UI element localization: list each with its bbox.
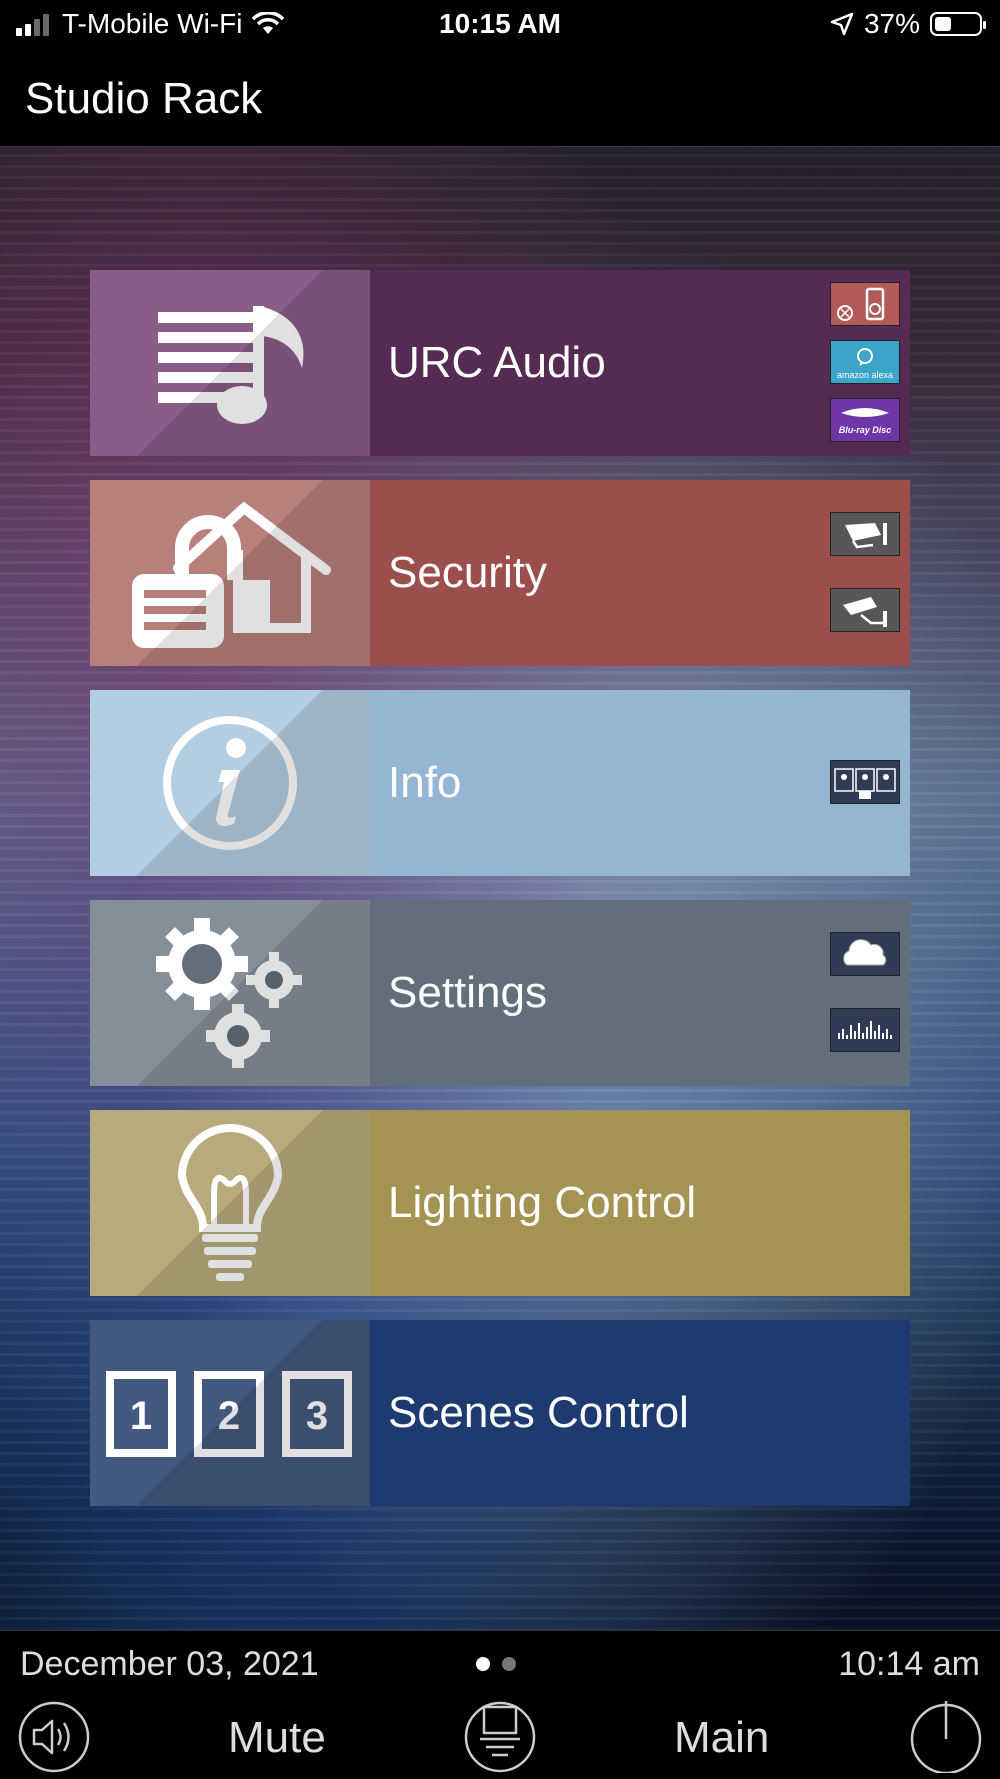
tile-scenes-control[interactable]: 1 2 3 Scenes Control (90, 1320, 910, 1506)
main-button[interactable]: Main (674, 1713, 769, 1763)
video-conference-icon[interactable] (830, 760, 900, 804)
display-icon[interactable] (464, 1701, 536, 1773)
tile-urc-audio[interactable]: URC Audio amazon alexa Blu-ray Disc (90, 270, 910, 456)
scene-number-2: 2 (218, 1394, 240, 1438)
footer-time: 10:14 am (838, 1645, 980, 1683)
tile-label: Security (388, 548, 547, 597)
scene-number-1: 1 (130, 1394, 152, 1438)
urc-audio-icon-panel (90, 270, 370, 456)
status-bar: T-Mobile Wi-Fi 10:15 AM 37% (0, 0, 1000, 48)
tile-settings[interactable]: Settings (90, 900, 910, 1086)
bluray-disc-icon[interactable]: Blu-ray Disc (830, 398, 900, 442)
tile-label: Info (388, 758, 462, 807)
bluray-text: Blu-ray Disc (839, 425, 892, 435)
page-dot[interactable] (502, 1657, 516, 1671)
tile-lighting-control[interactable]: Lighting Control (90, 1110, 910, 1296)
scenes-123-icon: 1 2 3 (106, 1371, 352, 1457)
scene-number-3: 3 (306, 1394, 328, 1438)
volume-icon[interactable] (18, 1701, 90, 1773)
settings-icon-panel (90, 900, 370, 1086)
page-title: Studio Rack (25, 74, 263, 123)
tile-label: URC Audio (388, 338, 606, 387)
footer-bar: December 03, 2021 10:14 am Mute Main (0, 1630, 1000, 1779)
page-dot-active[interactable] (476, 1657, 490, 1671)
battery-icon (930, 12, 986, 36)
security-icon-panel (90, 480, 370, 666)
battery-percent: 37% (863, 8, 920, 39)
location-arrow-icon (830, 12, 854, 36)
music-playlist-icon (158, 306, 304, 424)
mute-button[interactable]: Mute (228, 1713, 326, 1763)
cloud-icon[interactable] (830, 932, 900, 976)
page-indicator[interactable] (476, 1657, 516, 1671)
light-bulb-icon (177, 1124, 283, 1281)
info-icon-panel (90, 690, 370, 876)
tile-label: Settings (388, 968, 547, 1017)
lighting-icon-panel (90, 1110, 370, 1296)
gears-icon (156, 918, 302, 1068)
power-icon[interactable] (910, 1701, 982, 1773)
footer-date: December 03, 2021 (20, 1645, 319, 1683)
info-icon (163, 716, 297, 850)
audio-waveform-icon[interactable] (830, 1008, 900, 1052)
ipod-icon[interactable] (830, 282, 900, 326)
amazon-alexa-icon[interactable]: amazon alexa (830, 340, 900, 384)
security-camera-icon[interactable] (830, 588, 900, 632)
scenes-icon-panel: 1 2 3 (90, 1320, 370, 1506)
security-camera-icon[interactable] (830, 512, 900, 556)
tile-security[interactable]: Security (90, 480, 910, 666)
title-bar: Studio Rack (0, 48, 1000, 147)
lock-house-icon (132, 501, 331, 648)
alexa-text: amazon alexa (837, 370, 893, 380)
tile-label: Lighting Control (388, 1178, 697, 1227)
tile-label: Scenes Control (388, 1388, 689, 1437)
tile-info[interactable]: Info (90, 690, 910, 876)
